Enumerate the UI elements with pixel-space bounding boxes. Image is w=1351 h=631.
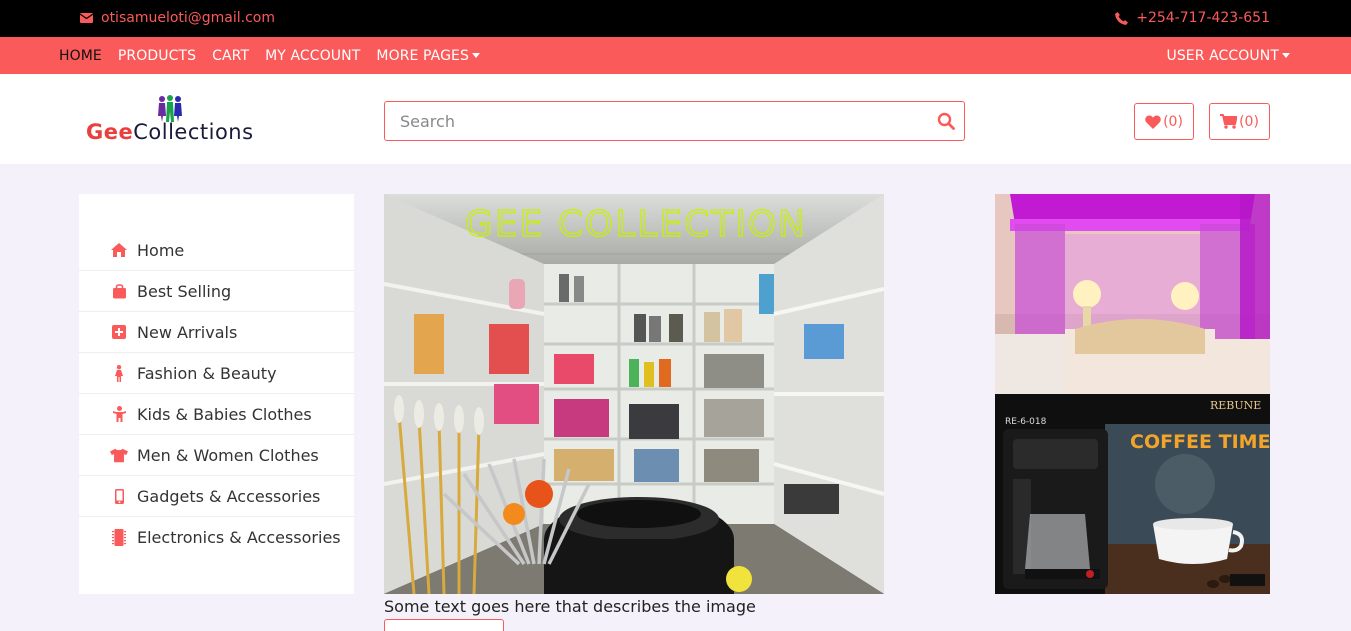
- category-list: Home Best Selling New Arrivals Fashion &…: [79, 230, 354, 558]
- phone-icon: [1115, 11, 1129, 25]
- shopping-bag-icon: [110, 282, 128, 300]
- microchip-icon: [110, 529, 128, 547]
- sidebar-item-fashion-beauty[interactable]: Fashion & Beauty: [79, 353, 354, 394]
- sidebar-item-label: Electronics & Accessories: [137, 528, 341, 547]
- nav-more-pages[interactable]: MORE PAGES: [376, 48, 480, 64]
- sidebar-item-label: Fashion & Beauty: [137, 363, 277, 383]
- child-icon: [110, 405, 128, 423]
- hero-overlay-text: GEE COLLECTION: [465, 204, 807, 245]
- coffee-model-text: RE-6-018: [1005, 417, 1047, 427]
- promo-coffee-photo: RE-6-018 REBUNE COFFEE TIME!: [995, 394, 1270, 594]
- sidebar-item-label: Best Selling: [137, 281, 232, 301]
- contact-phone[interactable]: +254-717-423-651: [1115, 10, 1270, 26]
- envelope-icon: [80, 13, 93, 23]
- sidebar-item-label: Men & Women Clothes: [137, 445, 319, 465]
- promo-bed-canopy[interactable]: [995, 194, 1270, 394]
- top-contact-bar: otisamueloti@gmail.com +254-717-423-651: [0, 0, 1351, 37]
- sidebar-item-home[interactable]: Home: [79, 230, 354, 271]
- nav-more-pages-label: MORE PAGES: [376, 47, 469, 64]
- cart-count: (0): [1239, 113, 1259, 130]
- nav-user-account-label: USER ACCOUNT: [1166, 47, 1279, 64]
- sidebar-item-label: New Arrivals: [137, 322, 238, 342]
- nav-user-account[interactable]: USER ACCOUNT: [1166, 48, 1290, 64]
- search-icon[interactable]: [937, 112, 955, 130]
- hero-caption: Some text goes here that describes the i…: [384, 597, 756, 616]
- promo-coffee-maker[interactable]: RE-6-018 REBUNE COFFEE TIME!: [995, 394, 1270, 594]
- sidebar-item-label: Kids & Babies Clothes: [137, 404, 312, 424]
- sidebar-item-electronics[interactable]: Electronics & Accessories: [79, 517, 354, 558]
- cart-button[interactable]: (0): [1209, 103, 1270, 140]
- logo-text-collections: Collections: [133, 120, 254, 144]
- sidebar-item-kids-babies[interactable]: Kids & Babies Clothes: [79, 394, 354, 435]
- wishlist-count: (0): [1163, 113, 1183, 130]
- contact-email[interactable]: otisamueloti@gmail.com: [80, 10, 275, 26]
- coffee-brand-text: REBUNE: [1210, 399, 1261, 412]
- sidebar-item-men-women[interactable]: Men & Women Clothes: [79, 435, 354, 476]
- home-icon: [110, 241, 128, 259]
- tshirt-icon: [110, 446, 128, 464]
- main-navbar: HOME PRODUCTS CART MY ACCOUNT MORE PAGES…: [0, 37, 1351, 74]
- hero-cta-button[interactable]: [384, 619, 504, 631]
- category-sidebar: Home Best Selling New Arrivals Fashion &…: [79, 194, 354, 594]
- hero-store-photo: GEE COLLECTION: [384, 194, 884, 594]
- heart-icon: [1145, 115, 1161, 129]
- nav-links: HOME PRODUCTS CART MY ACCOUNT MORE PAGES: [59, 37, 480, 74]
- hero-image[interactable]: GEE COLLECTION: [384, 194, 884, 594]
- sidebar-item-new-arrivals[interactable]: New Arrivals: [79, 312, 354, 353]
- caret-down-icon: [471, 52, 480, 58]
- search-input[interactable]: [400, 111, 920, 131]
- site-logo[interactable]: GeeCollections: [86, 94, 286, 144]
- caret-down-icon: [1282, 52, 1290, 58]
- mobile-icon: [110, 487, 128, 505]
- site-header: GeeCollections (0) (0): [0, 74, 1351, 164]
- plus-square-icon: [110, 323, 128, 341]
- logo-wordmark: GeeCollections: [86, 120, 254, 144]
- search-bar: [384, 101, 965, 141]
- coffee-headline-text: COFFEE TIME!: [1130, 431, 1270, 453]
- nav-user-area: USER ACCOUNT: [1166, 37, 1290, 74]
- sidebar-item-gadgets[interactable]: Gadgets & Accessories: [79, 476, 354, 517]
- promo-bed-photo: [995, 194, 1270, 394]
- logo-text-gee: Gee: [86, 120, 134, 144]
- nav-home[interactable]: HOME: [59, 48, 102, 64]
- shopping-cart-icon: [1220, 114, 1238, 129]
- contact-email-text: otisamueloti@gmail.com: [101, 10, 276, 26]
- wishlist-button[interactable]: (0): [1134, 103, 1194, 140]
- contact-phone-text: +254-717-423-651: [1136, 10, 1270, 26]
- sidebar-item-label: Home: [137, 240, 185, 260]
- nav-cart[interactable]: CART: [212, 48, 249, 64]
- nav-products[interactable]: PRODUCTS: [118, 48, 196, 64]
- nav-my-account[interactable]: MY ACCOUNT: [265, 48, 360, 64]
- sidebar-item-label: Gadgets & Accessories: [137, 486, 321, 506]
- female-icon: [110, 364, 128, 382]
- sidebar-item-best-selling[interactable]: Best Selling: [79, 271, 354, 312]
